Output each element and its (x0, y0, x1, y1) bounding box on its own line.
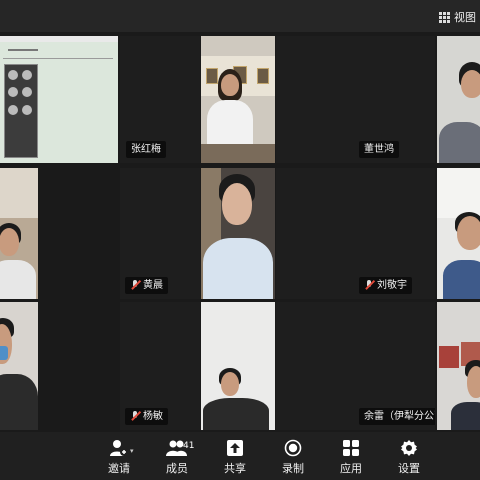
participant-tile[interactable]: 董世鸿 (276, 36, 435, 163)
participant-name: 余雷（伊犁分公司） (359, 408, 435, 425)
participant-name-text: 黄晨 (143, 280, 163, 291)
participant-name: 张红梅 (126, 141, 166, 158)
settings-button[interactable]: 设置 (384, 438, 434, 476)
record-button[interactable]: 录制 (268, 438, 318, 476)
participant-video-tile[interactable] (437, 36, 480, 163)
invite-label: 邀请 (108, 462, 130, 475)
participant-video-tile[interactable] (0, 302, 38, 430)
participant-name: 黄晨 (125, 277, 168, 294)
invite-button[interactable]: ▾ 邀请 (94, 438, 144, 476)
participant-video-tile[interactable] (437, 168, 480, 299)
share-label: 共享 (224, 462, 246, 475)
participant-name-text: 刘敬宇 (377, 280, 407, 291)
participant-name-text: 杨敏 (143, 411, 163, 422)
add-user-icon (110, 440, 128, 456)
member-count: 41 (183, 441, 195, 451)
participant-tile[interactable]: 张红梅 (120, 36, 200, 163)
screen-share-tile[interactable] (0, 36, 118, 163)
participant-video-tile[interactable] (201, 168, 275, 299)
top-bar: 视图 (0, 0, 480, 32)
record-label: 录制 (282, 462, 304, 475)
chevron-down-icon[interactable]: ▾ (130, 447, 134, 455)
participant-video-tile[interactable] (201, 302, 275, 430)
mic-muted-icon (130, 280, 140, 291)
members-button[interactable]: 41 成员 (152, 438, 202, 476)
face-mask (0, 346, 8, 360)
settings-label: 设置 (398, 462, 420, 475)
share-screen-icon (227, 440, 243, 456)
mic-muted-icon (130, 411, 140, 422)
view-button[interactable]: 视图 (439, 8, 480, 26)
apps-icon (343, 440, 359, 456)
meeting-toolbar: ▾ 邀请 41 成员 共享 录制 应用 设置 (0, 432, 480, 480)
participant-name: 董世鸿 (359, 141, 399, 158)
shared-window-titlebar (0, 36, 118, 42)
participant-tile[interactable]: 刘敬宇 (276, 168, 435, 299)
shared-screen-thumbnail (4, 64, 38, 158)
view-label: 视图 (454, 11, 476, 24)
participant-video-tile[interactable] (437, 302, 480, 430)
record-icon (284, 439, 302, 457)
gear-icon (401, 440, 417, 456)
participant-video-tile[interactable] (201, 36, 275, 163)
members-label: 成员 (166, 462, 188, 475)
share-button[interactable]: 共享 (210, 438, 260, 476)
apps-button[interactable]: 应用 (326, 438, 376, 476)
participant-name: 刘敬宇 (359, 277, 412, 294)
mic-muted-icon (364, 280, 374, 291)
grid-icon (439, 11, 450, 23)
participant-tile[interactable]: 黄晨 (120, 168, 200, 299)
participant-name: 杨敏 (125, 408, 168, 425)
apps-label: 应用 (340, 462, 362, 475)
participant-tile[interactable]: 杨敏 (120, 302, 200, 430)
participant-tile[interactable]: 余雷（伊犁分公司） (276, 302, 435, 430)
participant-video-tile[interactable] (0, 168, 38, 299)
